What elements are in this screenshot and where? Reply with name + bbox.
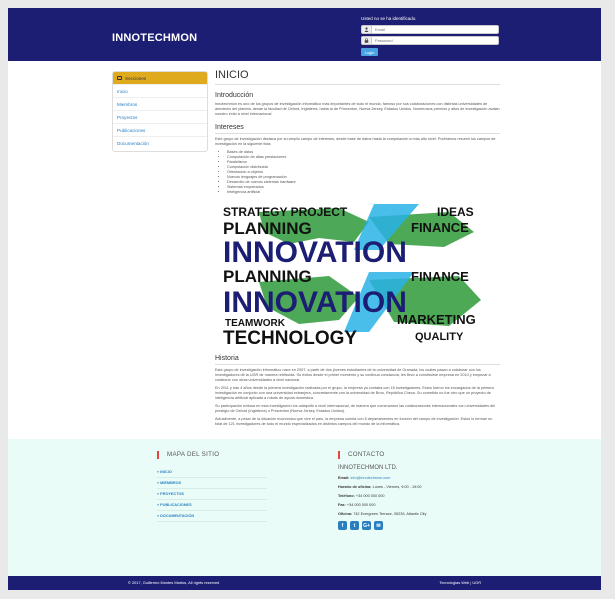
hours-value: Lunes - Viernes, 9:00 - 19:00 [372,485,422,489]
site-brand[interactable]: INNOTECHMON [112,32,197,44]
history-paragraph-1: Este grupo de investigación informático … [215,367,491,382]
user-icon [362,26,372,33]
sidebar-item-inicio[interactable]: Inicio [113,84,207,97]
main-area: Secciones Inicio Miembros Proyectos Publ… [8,61,601,439]
contact-fax: Fax: +34 000 000 000 [338,503,478,507]
email-label: Email: [338,476,350,480]
banner-word-technology: TECHNOLOGY [223,328,357,349]
sections-sidebar: Secciones Inicio Miembros Proyectos Publ… [112,71,208,152]
history-heading: Historia [215,355,500,365]
banner-word-finance: FINANCE [411,220,469,235]
page-title: INICIO [215,69,500,85]
banner-word-marketing: MARKETING [397,312,476,327]
sidebar-heading-label: Secciones [125,75,147,81]
office-label: Oficina: [338,512,353,516]
sidebar-item-documentacion[interactable]: Documentación [113,136,207,149]
twitter-icon[interactable]: t [350,521,359,530]
sitemap-column: MAPA DEL SITIO » INICIO » MIEMBROS » PRO… [157,451,327,522]
contact-email: Email: info@innotechmon.com [338,476,478,480]
contact-phone: Teléfono: +34 000 000 000 [338,494,478,498]
contact-column: CONTACTO INNOTECHMON LTD. Email: info@in… [338,451,478,530]
login-notice: Usted no se ha identificado. [361,16,417,21]
email-field-group [361,25,499,34]
phone-value: +34 000 000 000 [355,494,385,498]
sidebar-heading: Secciones [113,72,207,84]
password-input[interactable] [372,37,492,44]
fax-label: Fax: [338,503,346,507]
login-button[interactable]: Login [361,48,378,56]
phone-label: Teléfono: [338,494,355,498]
google-plus-icon[interactable]: G+ [362,521,371,530]
contact-title: CONTACTO [338,451,478,459]
social-links: f t G+ ✉ [338,521,478,530]
sitemap-link-publicaciones[interactable]: » PUBLICACIONES [157,500,267,511]
email-link[interactable]: info@innotechmon.com [350,476,390,480]
sitemap-link-inicio[interactable]: » INICIO [157,467,267,478]
innovation-banner-image: STRATEGY PROJECT IDEAS PLANNING FINANCE … [219,201,489,352]
sitemap-link-documentacion[interactable]: » DOCUMENTACIÓN [157,511,267,522]
banner-word-planning-2: PLANNING [223,267,312,286]
contact-hours: Horario de oficina: Lunes - Viernes, 9:0… [338,485,478,489]
site-header: INNOTECHMON Usted no se ha identificado.… [8,8,601,61]
interests-text: Este grupo de investigación destaca por … [215,137,496,147]
sitemap-list: » INICIO » MIEMBROS » PROYECTOS » PUBLIC… [157,467,327,522]
sidebar-item-publicaciones[interactable]: Publicaciones [113,123,207,136]
banner-word-ideas: IDEAS [437,205,474,219]
banner-word-strategy: STRATEGY PROJECT [223,205,348,219]
list-item: Inteligencia artificial [227,190,500,195]
banner-word-innovation-2: INNOVATION [223,286,407,319]
sitemap-title: MAPA DEL SITIO [157,451,327,459]
main-content: INICIO Introducción Innotechmon es uno d… [215,69,500,428]
bottom-bar: © 2017, Guillermo Montes Martos, All rig… [8,576,601,590]
interests-list: Bases de datos Computación de altas pres… [215,150,500,194]
copyright-text: © 2017, Guillermo Montes Martos, All rig… [128,580,220,585]
company-name: INNOTECHMON LTD. [338,465,398,471]
history-paragraph-3: Su participación exitosa en esta investi… [215,404,496,414]
password-field-group [361,36,499,45]
list-icon [117,76,122,80]
banner-word-innovation: INNOVATION [223,236,407,269]
history-paragraph-4: Actualmente, a pesar de la situación eco… [215,417,493,427]
office-value: 742 Evergreen Terrace, 05239, Atlantic C… [353,512,427,516]
sitemap-link-proyectos[interactable]: » PROYECTOS [157,489,267,500]
intro-heading: Introducción [215,92,254,99]
contact-office: Oficina: 742 Evergreen Terrace, 05239, A… [338,512,478,516]
email-icon[interactable]: ✉ [374,521,383,530]
banner-word-quality: QUALITY [415,331,464,343]
fax-value: +34 000 000 000 [346,503,376,507]
banner-word-finance-2: FINANCE [411,269,469,284]
site-footer: MAPA DEL SITIO » INICIO » MIEMBROS » PRO… [8,439,601,576]
facebook-icon[interactable]: f [338,521,347,530]
lock-icon [362,37,372,44]
sitemap-link-miembros[interactable]: » MIEMBROS [157,478,267,489]
sidebar-item-miembros[interactable]: Miembros [113,97,207,110]
sidebar-item-proyectos[interactable]: Proyectos [113,110,207,123]
credits-link[interactable]: Tecnologías Web | UGR [439,580,481,585]
intro-text: Innotechmon es uno de los grupos de inve… [215,102,500,117]
hours-label: Horario de oficina: [338,485,372,489]
interests-heading: Intereses [215,124,500,135]
email-input[interactable] [372,26,492,33]
history-paragraph-2: En 2011 y tras 4 años desde la primera i… [215,385,494,401]
